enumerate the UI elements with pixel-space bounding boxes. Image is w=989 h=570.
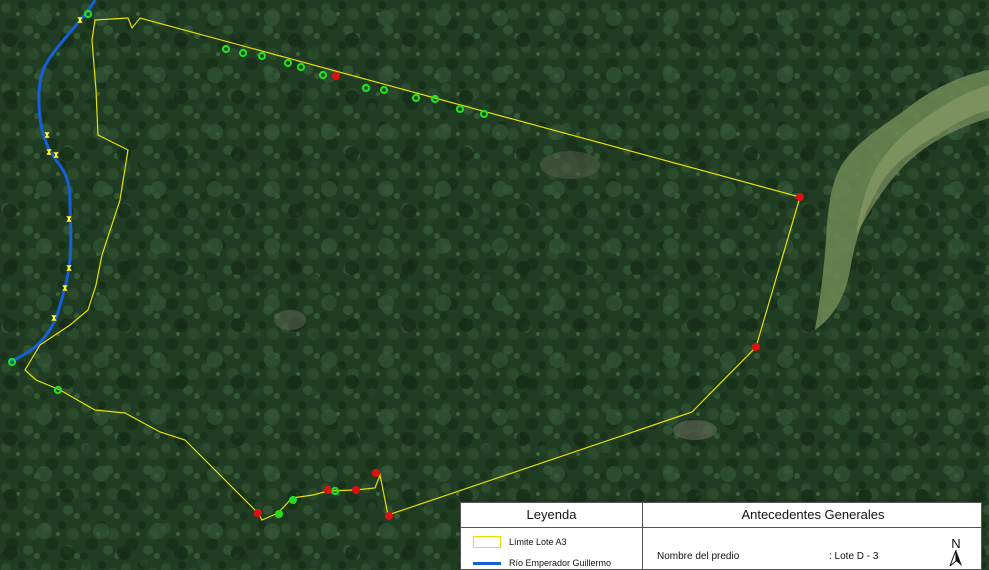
red-point xyxy=(332,72,340,80)
red-point xyxy=(385,512,393,520)
north-arrow-icon xyxy=(948,549,962,568)
clearing xyxy=(274,310,306,330)
clearing xyxy=(540,151,600,179)
info-property-row: Nombre del predio : Lote D - 3 xyxy=(657,551,977,562)
boundary-swatch-icon xyxy=(473,536,501,548)
legend-panel: Leyenda Antecedentes Generales Límite Lo… xyxy=(460,502,982,570)
red-point xyxy=(254,509,262,517)
legend-item-boundary: Límite Lote A3 xyxy=(473,534,567,550)
red-point xyxy=(352,486,360,494)
north-arrow: N xyxy=(945,536,967,569)
property-value: : Lote D - 3 xyxy=(829,551,879,562)
red-point xyxy=(752,343,760,351)
legend-item-river: Río Emperador Guillermo xyxy=(473,555,612,569)
legend-item-label: Río Emperador Guillermo xyxy=(509,558,612,568)
info-title: Antecedentes Generales xyxy=(643,503,981,528)
legend-title: Leyenda xyxy=(461,503,642,528)
green-point-solid xyxy=(289,496,297,504)
green-point-solid xyxy=(275,510,283,518)
red-point xyxy=(796,193,804,201)
red-point xyxy=(324,486,332,494)
legend-item-label: Límite Lote A3 xyxy=(509,537,567,547)
map-canvas[interactable] xyxy=(0,0,989,570)
property-label: Nombre del predio xyxy=(657,551,740,562)
red-point xyxy=(372,469,380,477)
column-divider xyxy=(642,503,643,569)
clearing xyxy=(673,420,717,440)
river-swatch-icon xyxy=(473,561,501,565)
north-label: N xyxy=(951,536,961,551)
